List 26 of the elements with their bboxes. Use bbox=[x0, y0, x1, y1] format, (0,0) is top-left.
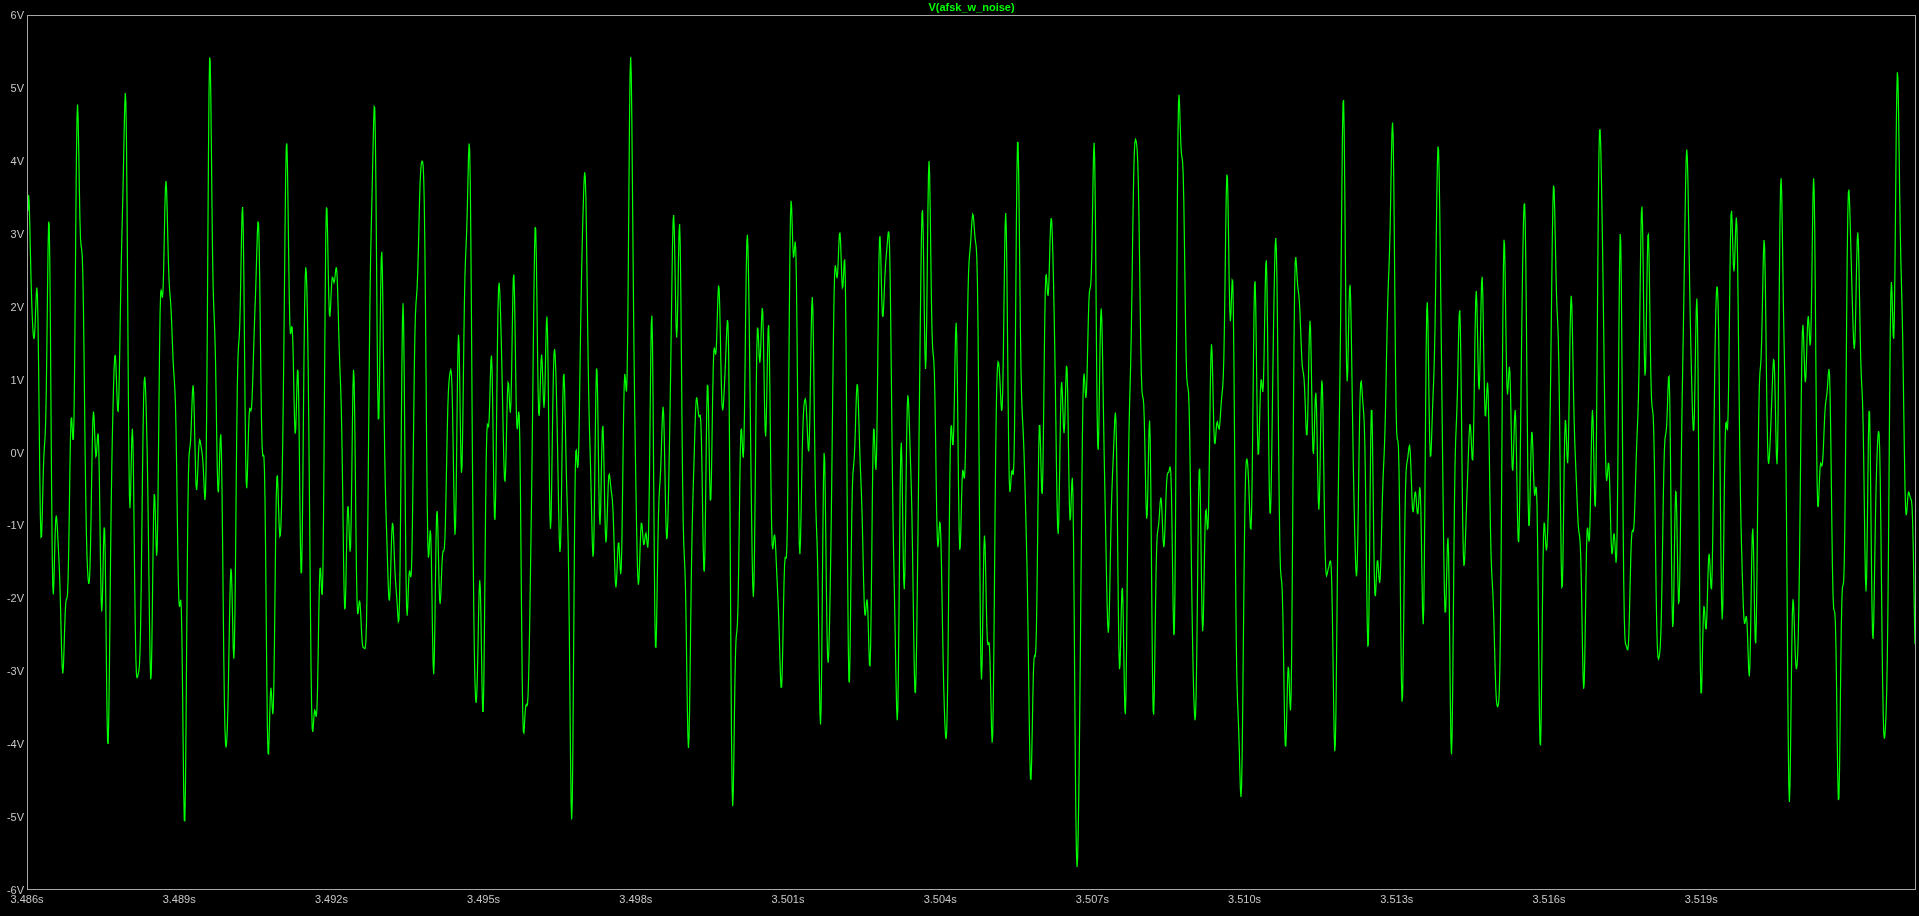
y-tick-label: -5V bbox=[6, 811, 24, 824]
y-tick-label: -1V bbox=[6, 519, 24, 532]
x-tick-label: 3.501s bbox=[771, 893, 805, 905]
x-tick-label: 3.513s bbox=[1380, 893, 1414, 905]
x-tick-label: 3.492s bbox=[314, 893, 348, 905]
x-tick-label: 3.510s bbox=[1228, 893, 1262, 905]
y-tick-label: -2V bbox=[6, 592, 24, 605]
y-tick-label: 6V bbox=[10, 9, 24, 21]
x-tick-label: 3.495s bbox=[467, 893, 501, 905]
x-tick-label: 3.519s bbox=[1684, 893, 1718, 905]
x-tick-label: 3.498s bbox=[619, 893, 653, 905]
y-tick-label: 1V bbox=[10, 373, 24, 386]
y-tick-label: -3V bbox=[6, 665, 24, 678]
x-tick-label: 3.507s bbox=[1075, 893, 1109, 905]
y-tick-label: 4V bbox=[10, 154, 24, 167]
x-tick-label: 3.516s bbox=[1532, 893, 1566, 905]
y-tick-label: -6V bbox=[6, 884, 24, 896]
y-tick-label: 0V bbox=[10, 446, 24, 459]
y-tick-label: -4V bbox=[6, 738, 24, 751]
y-tick-label: 3V bbox=[10, 227, 24, 240]
y-tick-label: 2V bbox=[10, 300, 24, 313]
trace-title: V(afsk_w_noise) bbox=[927, 0, 1016, 15]
x-tick-label: 3.486s bbox=[10, 893, 44, 905]
x-tick-label: 3.504s bbox=[923, 893, 957, 905]
x-tick-label: 3.489s bbox=[162, 893, 196, 905]
y-tick-label: 5V bbox=[10, 81, 24, 94]
